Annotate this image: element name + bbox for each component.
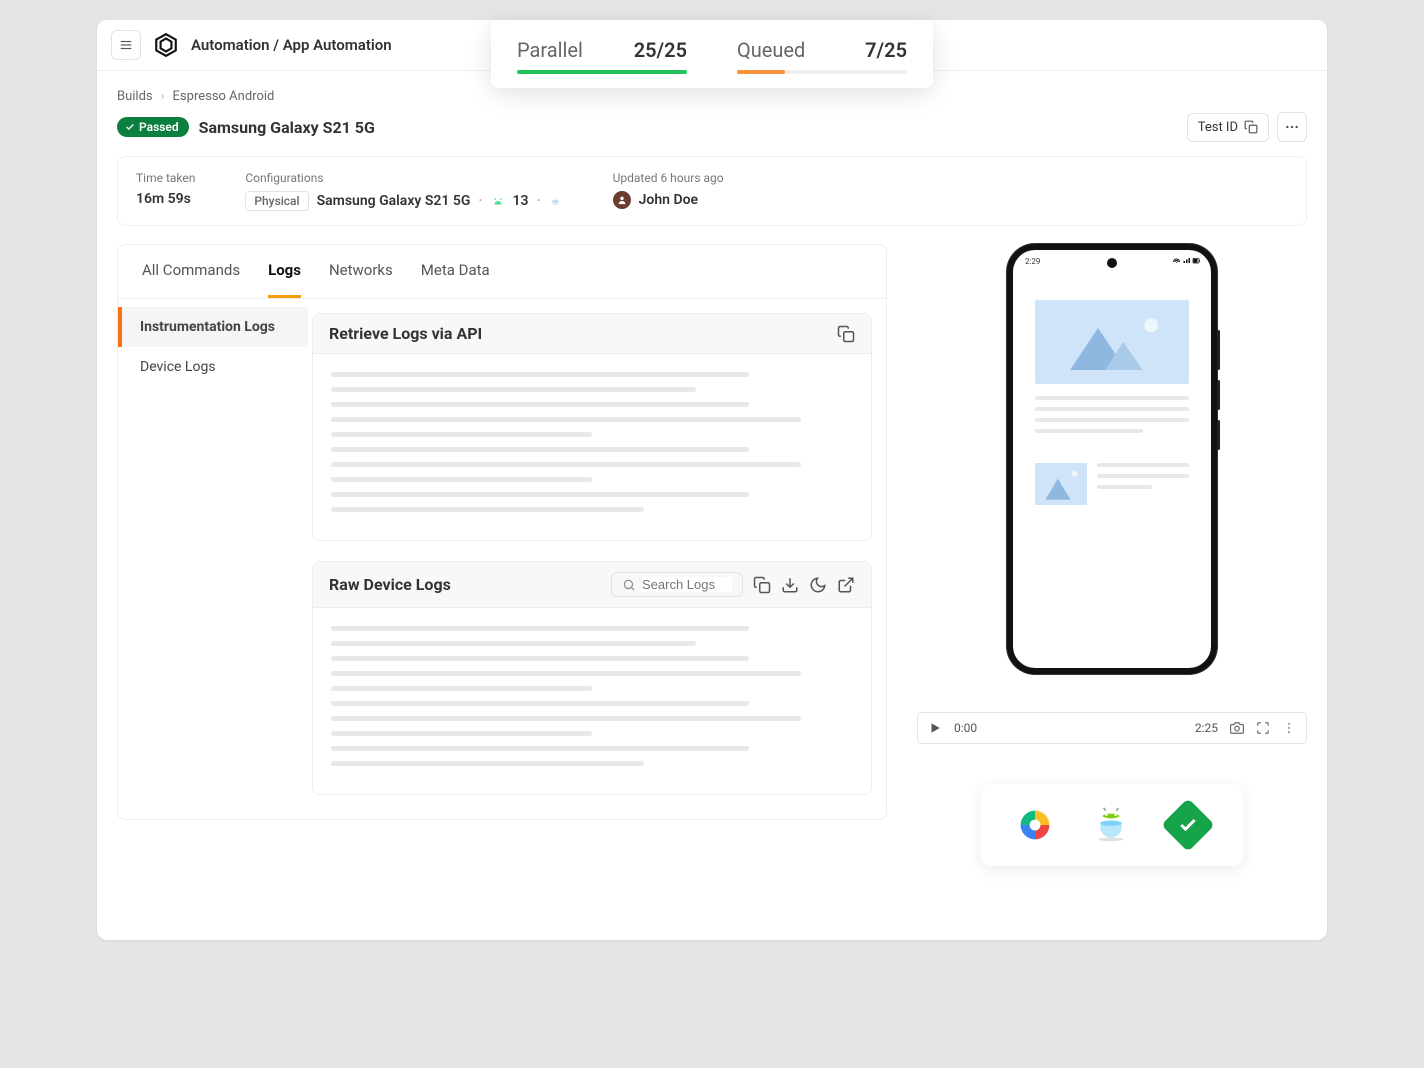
phone-image-placeholder [1035, 300, 1189, 384]
player-total: 2:25 [1195, 721, 1218, 735]
player-current: 0:00 [954, 721, 977, 735]
phone-thumb-placeholder [1035, 463, 1087, 505]
page-content: Builds › Espresso Android Passed Samsung… [97, 71, 1327, 884]
time-taken-col: Time taken 16m 59s [136, 171, 195, 211]
result-card [981, 784, 1243, 866]
phone-status-icons [1171, 256, 1201, 269]
stats-float-card: Parallel 25/25 Queued 7/25 [491, 20, 933, 88]
app-frame: Parallel 25/25 Queued 7/25 Automation / … [97, 20, 1327, 940]
parallel-bar [517, 70, 687, 74]
main-row: All Commands Logs Networks Meta Data Ins… [117, 244, 1307, 866]
logs-area: Retrieve Logs via API [308, 299, 886, 819]
user-name: John Doe [639, 192, 698, 208]
parallel-label: Parallel [517, 38, 583, 62]
dots-icon [1284, 119, 1300, 135]
status-badge: Passed [117, 117, 189, 137]
panel-raw-title: Raw Device Logs [329, 575, 451, 594]
moon-icon[interactable] [809, 576, 827, 594]
download-icon[interactable] [781, 576, 799, 594]
device-preview-column: 2:29 [917, 244, 1307, 866]
queued-bar [737, 70, 907, 74]
swirl-logo-icon [1017, 807, 1053, 843]
panel-raw-logs: Raw Device Logs [312, 561, 872, 795]
copy-icon [1244, 120, 1258, 134]
time-taken-label: Time taken [136, 171, 195, 185]
parallel-stat: Parallel 25/25 [517, 38, 687, 74]
more-button[interactable] [1277, 112, 1307, 142]
search-logs-input[interactable] [642, 577, 732, 592]
copy-icon[interactable] [837, 325, 855, 343]
title-row: Passed Samsung Galaxy S21 5G Test ID [117, 112, 1307, 142]
test-id-label: Test ID [1198, 120, 1238, 135]
configurations-label: Configurations [245, 171, 562, 185]
android-icon [491, 194, 505, 208]
tab-networks[interactable]: Networks [329, 245, 393, 298]
tab-logs[interactable]: Logs [268, 245, 301, 298]
sidebar-item-instrumentation[interactable]: Instrumentation Logs [118, 307, 308, 347]
parallel-value: 25/25 [634, 38, 687, 62]
search-icon [622, 578, 636, 592]
time-taken-value: 16m 59s [136, 191, 195, 207]
copy-icon[interactable] [753, 576, 771, 594]
sidebar-item-device-logs[interactable]: Device Logs [118, 347, 308, 387]
play-icon[interactable] [928, 721, 942, 735]
external-link-icon[interactable] [837, 576, 855, 594]
status-text: Passed [139, 120, 179, 134]
success-check-icon [1161, 798, 1215, 852]
user-avatar [613, 191, 631, 209]
updated-col: Updated 6 hours ago John Doe [613, 171, 724, 211]
queued-label: Queued [737, 38, 805, 62]
brand-logo [153, 32, 179, 58]
more-vertical-icon[interactable] [1282, 721, 1296, 735]
tabs-bar: All Commands Logs Networks Meta Data [118, 245, 886, 299]
panel-api-body [313, 354, 871, 540]
panel-api-logs: Retrieve Logs via API [312, 313, 872, 541]
os-version: 13 [513, 193, 529, 209]
panel-api-title: Retrieve Logs via API [329, 324, 482, 343]
test-id-button[interactable]: Test ID [1187, 113, 1269, 142]
breadcrumb: Builds › Espresso Android [117, 89, 1307, 104]
phone-camera-icon [1107, 258, 1117, 268]
android-coffee-icon [1093, 807, 1129, 843]
panel-raw-body [313, 608, 871, 794]
camera-icon[interactable] [1230, 721, 1244, 735]
phone-mockup: 2:29 [1007, 244, 1217, 674]
tabs-container: All Commands Logs Networks Meta Data Ins… [117, 244, 887, 820]
logs-sidenav: Instrumentation Logs Device Logs [118, 299, 308, 819]
breadcrumb-builds[interactable]: Builds [117, 89, 153, 104]
search-logs-box[interactable] [611, 572, 743, 597]
info-box: Time taken 16m 59s Configurations Physic… [117, 156, 1307, 226]
tab-all-commands[interactable]: All Commands [142, 245, 240, 298]
queued-stat: Queued 7/25 [737, 38, 907, 74]
phone-clock: 2:29 [1025, 257, 1040, 266]
queued-value: 7/25 [865, 38, 907, 62]
chevron-right-icon: › [161, 89, 165, 104]
coffee-cup-icon [549, 194, 563, 208]
check-icon [125, 122, 135, 132]
updated-label: Updated 6 hours ago [613, 171, 724, 185]
config-device: Samsung Galaxy S21 5G [317, 193, 471, 209]
fullscreen-icon[interactable] [1256, 721, 1270, 735]
configurations-col: Configurations Physical Samsung Galaxy S… [245, 171, 562, 211]
physical-chip: Physical [245, 191, 308, 211]
menu-button[interactable] [111, 30, 141, 60]
hamburger-icon [119, 38, 133, 52]
breadcrumb-current: Espresso Android [173, 89, 275, 104]
device-title: Samsung Galaxy S21 5G [199, 118, 375, 137]
tab-meta-data[interactable]: Meta Data [421, 245, 490, 298]
video-player[interactable]: 0:00 2:25 [917, 712, 1307, 744]
page-title: Automation / App Automation [191, 36, 392, 54]
